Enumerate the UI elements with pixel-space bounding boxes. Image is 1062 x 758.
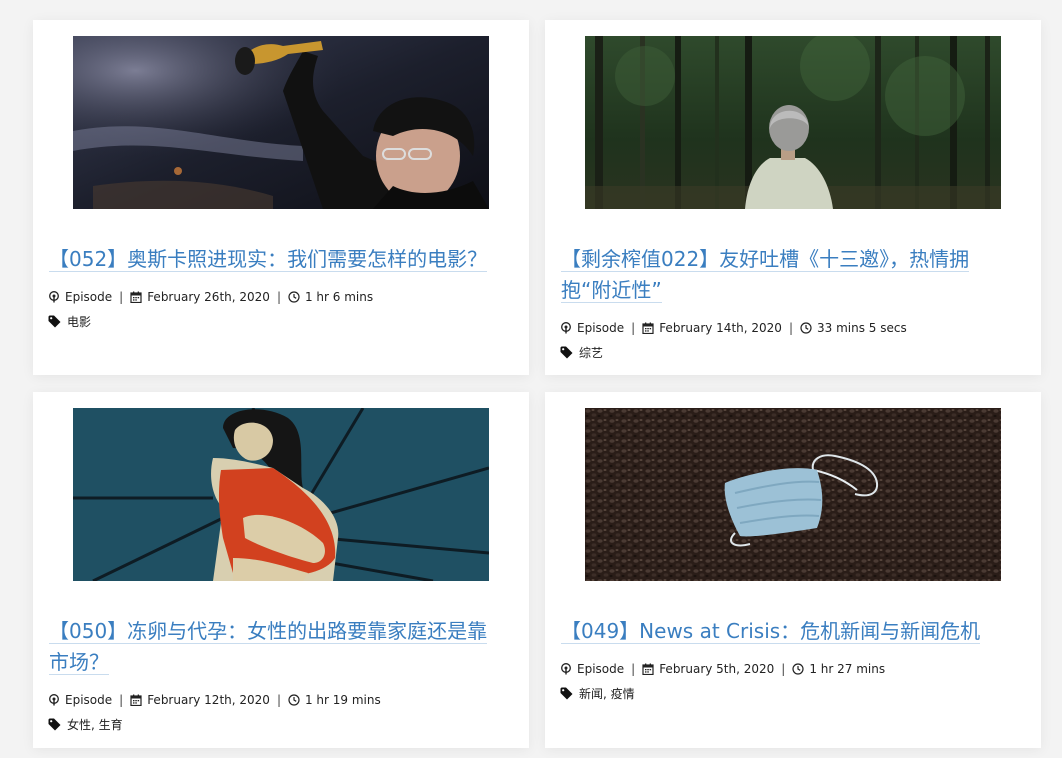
episode-type: Episode [65,693,113,707]
meta-separator: | [781,662,786,676]
episode-tags: 新闻, 疫情 [560,684,1041,702]
episode-title-link[interactable]: 【剩余榨值022】友好吐槽《十三邀》，热情拥抱“附近性” [561,247,970,303]
episode-thumbnail[interactable] [73,408,489,581]
podcast-icon [560,322,572,334]
calendar-icon [130,291,142,303]
tag-link[interactable]: 女性, 生育 [67,716,123,733]
tag-icon [560,687,573,700]
episode-card: 【052】奥斯卡照进现实：我们需要怎样的电影？ Episode | Februa… [33,20,529,375]
clock-icon [288,291,300,303]
tag-link[interactable]: 新闻, 疫情 [579,685,635,702]
episode-duration: 1 hr 27 mins [809,662,886,676]
episode-meta: Episode | February 26th, 2020 | 1 hr 6 m… [48,288,529,306]
calendar-icon [642,322,654,334]
oscar-photo [73,36,489,209]
episode-duration: 1 hr 6 mins [304,290,374,304]
face-mask-photo [585,408,1001,581]
episode-duration: 33 mins 5 secs [816,321,907,335]
tag-icon [560,346,573,359]
tag-icon [48,315,61,328]
episode-date: February 26th, 2020 [147,290,270,304]
episode-date: February 5th, 2020 [659,662,775,676]
meta-separator: | [788,321,793,335]
episode-tags: 女性, 生育 [48,715,529,733]
meta-separator: | [631,662,636,676]
episode-title: 【剩余榨值022】友好吐槽《十三邀》，热情拥抱“附近性” [561,244,1009,306]
pregnancy-illustration [73,408,489,581]
meta-separator: | [119,693,124,707]
episode-duration: 1 hr 19 mins [304,693,381,707]
clock-icon [800,322,812,334]
podcast-icon [48,291,60,303]
episode-meta: Episode | February 14th, 2020 | 33 mins … [560,319,1041,337]
episode-tags: 电影 [48,312,529,330]
clock-icon [288,694,300,706]
tag-icon [48,718,61,731]
episode-tags: 综艺 [560,343,1041,361]
episode-title-link[interactable]: 【052】奥斯卡照进现实：我们需要怎样的电影？ [49,247,488,272]
episode-thumbnail[interactable] [585,36,1001,209]
episode-title-link[interactable]: 【050】冻卵与代孕：女性的出路要靠家庭还是靠市场？ [49,619,488,675]
meta-separator: | [276,693,281,707]
episode-card: 【剩余榨值022】友好吐槽《十三邀》，热情拥抱“附近性” Episode | F… [545,20,1041,375]
calendar-icon [642,663,654,675]
episode-thumbnail[interactable] [73,36,489,209]
clock-icon [792,663,804,675]
episode-meta: Episode | February 5th, 2020 | 1 hr 27 m… [560,660,1041,678]
forest-photo [585,36,1001,209]
episode-title: 【049】News at Crisis：危机新闻与新闻危机 [561,616,1009,647]
episode-title: 【052】奥斯卡照进现实：我们需要怎样的电影？ [49,244,497,275]
tag-link[interactable]: 综艺 [579,344,603,361]
podcast-icon [560,663,572,675]
episode-card: 【049】News at Crisis：危机新闻与新闻危机 Episode | … [545,392,1041,748]
episode-type: Episode [577,662,625,676]
episode-type: Episode [577,321,625,335]
episode-date: February 14th, 2020 [659,321,782,335]
meta-separator: | [631,321,636,335]
episode-grid: 【052】奥斯卡照进现实：我们需要怎样的电影？ Episode | Februa… [33,20,1041,748]
episode-title-link[interactable]: 【049】News at Crisis：危机新闻与新闻危机 [561,619,981,644]
episode-title: 【050】冻卵与代孕：女性的出路要靠家庭还是靠市场？ [49,616,497,678]
calendar-icon [130,694,142,706]
episode-card: 【050】冻卵与代孕：女性的出路要靠家庭还是靠市场？ Episode | Feb… [33,392,529,748]
episode-date: February 12th, 2020 [147,693,270,707]
episode-meta: Episode | February 12th, 2020 | 1 hr 19 … [48,691,529,709]
tag-link[interactable]: 电影 [67,313,91,330]
meta-separator: | [276,290,281,304]
episode-thumbnail[interactable] [585,408,1001,581]
meta-separator: | [119,290,124,304]
episode-type: Episode [65,290,113,304]
podcast-icon [48,694,60,706]
